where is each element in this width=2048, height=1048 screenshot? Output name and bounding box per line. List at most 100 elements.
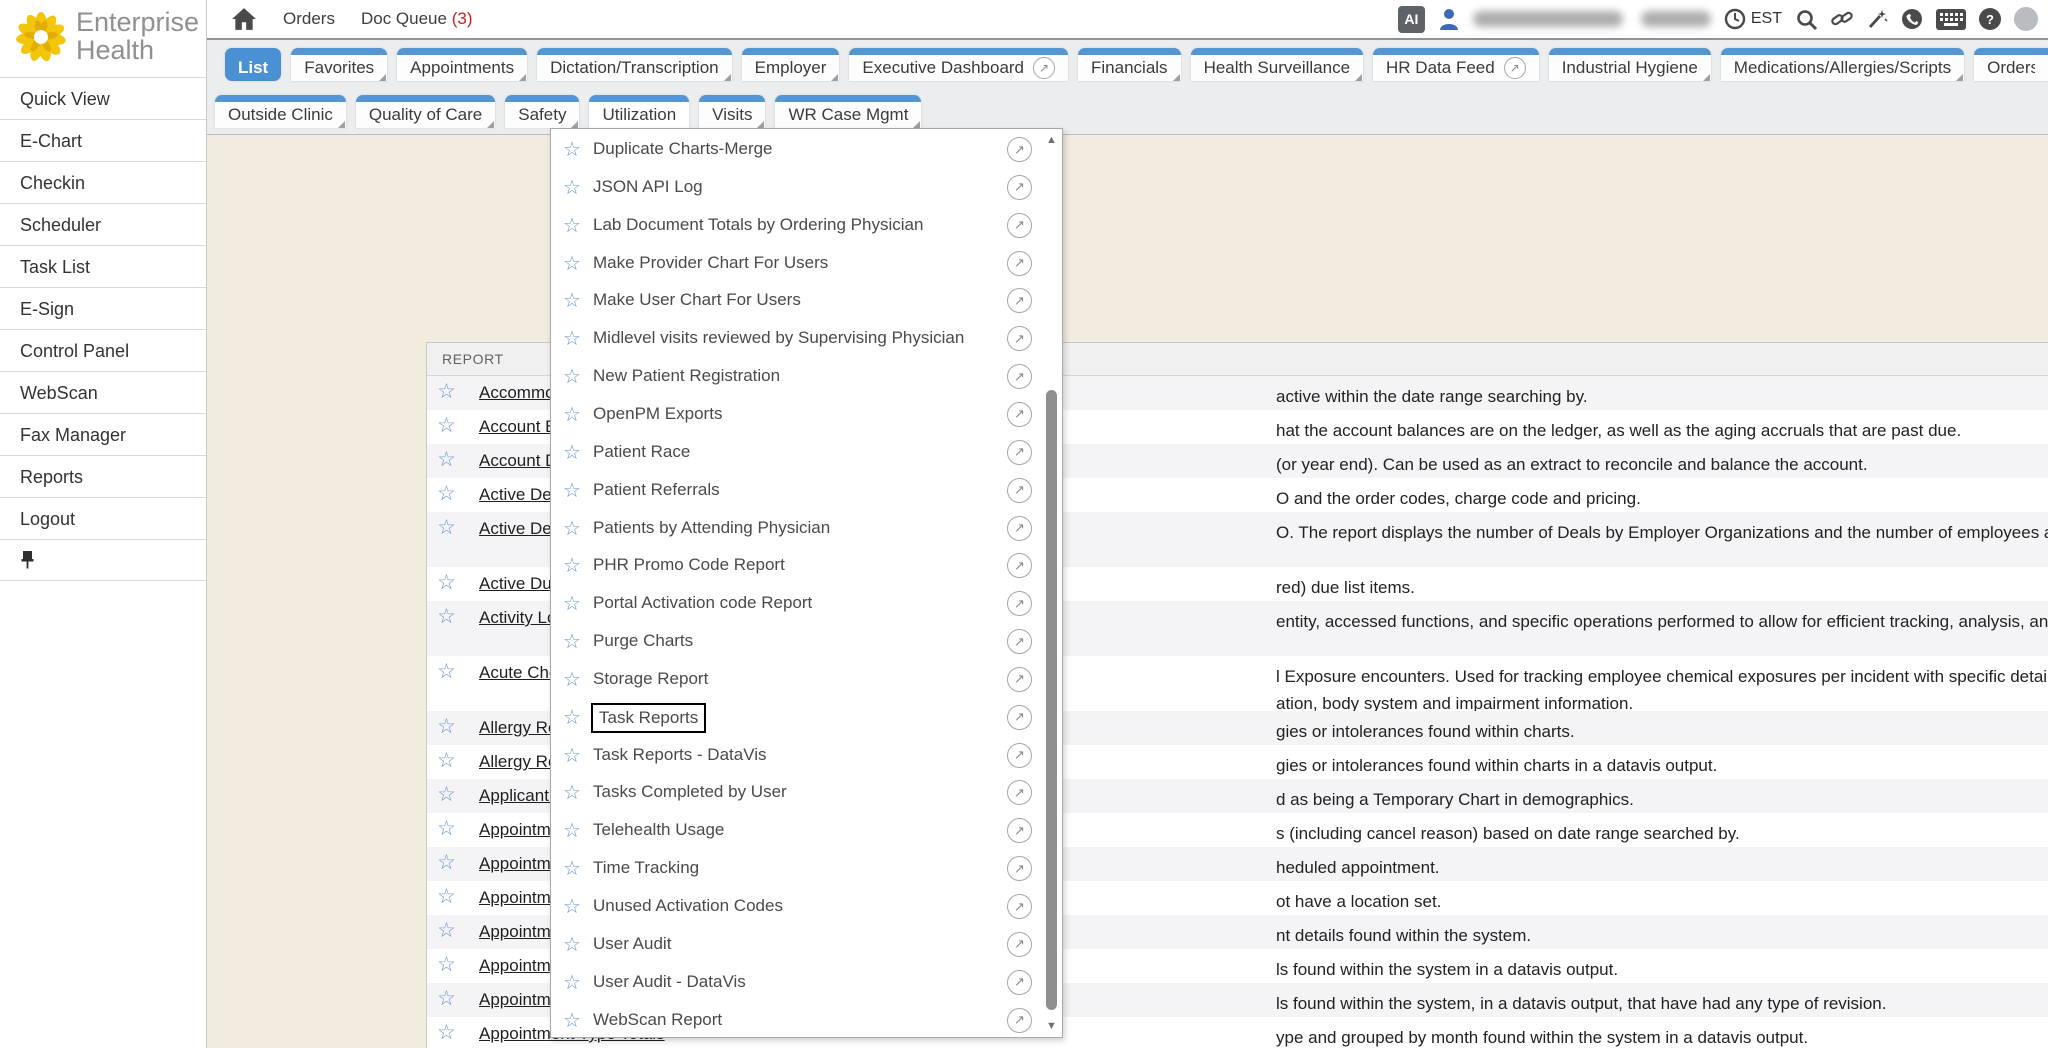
tab-financials[interactable]: Financials xyxy=(1078,48,1181,81)
open-external-icon[interactable]: ↗ xyxy=(1007,894,1032,919)
tab-outside-clinic[interactable]: Outside Clinic xyxy=(215,95,346,128)
favorite-star-icon[interactable]: ☆ xyxy=(563,705,581,730)
avatar[interactable] xyxy=(2014,7,2038,31)
favorite-star-icon[interactable]: ☆ xyxy=(563,932,581,957)
open-external-icon[interactable]: ↗ xyxy=(1007,175,1032,200)
favorite-star-icon[interactable]: ☆ xyxy=(563,137,581,162)
favorite-star-icon[interactable]: ☆ xyxy=(563,364,581,389)
open-external-icon[interactable]: ↗ xyxy=(1007,705,1032,730)
dropdown-item-task-reports-datavis[interactable]: ☆Task Reports - DataVis↗ xyxy=(551,737,1062,775)
favorite-star-icon[interactable]: ☆ xyxy=(563,780,581,805)
favorite-star-icon[interactable]: ☆ xyxy=(437,570,456,595)
open-external-icon[interactable]: ↗ xyxy=(1007,629,1032,654)
favorite-star-icon[interactable]: ☆ xyxy=(563,894,581,919)
dropdown-item-json-api-log[interactable]: ☆JSON API Log↗ xyxy=(551,169,1062,207)
favorite-star-icon[interactable]: ☆ xyxy=(563,553,581,578)
dropdown-item-lab-document-totals-by-ordering-physician[interactable]: ☆Lab Document Totals by Ordering Physici… xyxy=(551,207,1062,245)
user-icon[interactable] xyxy=(1438,7,1460,31)
ai-badge[interactable]: AI xyxy=(1398,6,1425,33)
open-external-icon[interactable]: ↗ xyxy=(1007,553,1032,578)
open-external-icon[interactable]: ↗ xyxy=(1007,780,1032,805)
open-external-icon[interactable]: ↗ xyxy=(1007,818,1032,843)
open-external-icon[interactable]: ↗ xyxy=(1007,591,1032,616)
doc-queue-link[interactable]: Doc Queue (3) xyxy=(361,9,473,29)
scroll-down-icon[interactable]: ▼ xyxy=(1046,1020,1057,1032)
sidebar-item-control-panel[interactable]: Control Panel xyxy=(0,329,206,371)
favorite-star-icon[interactable]: ☆ xyxy=(437,481,456,506)
open-external-icon[interactable]: ↗ xyxy=(1007,137,1032,162)
wand-icon[interactable] xyxy=(1866,8,1888,30)
favorite-star-icon[interactable]: ☆ xyxy=(437,986,456,1011)
favorite-star-icon[interactable]: ☆ xyxy=(563,326,581,351)
clock-icon[interactable] xyxy=(1724,8,1746,30)
open-external-icon[interactable]: ↗ xyxy=(1007,667,1032,692)
favorite-star-icon[interactable]: ☆ xyxy=(563,629,581,654)
open-external-icon[interactable]: ↗ xyxy=(1007,1008,1032,1033)
dropdown-item-openpm-exports[interactable]: ☆OpenPM Exports↗ xyxy=(551,396,1062,434)
dropdown-item-tasks-completed-by-user[interactable]: ☆Tasks Completed by User↗ xyxy=(551,774,1062,812)
favorite-star-icon[interactable]: ☆ xyxy=(437,659,456,684)
open-external-icon[interactable]: ↗ xyxy=(1007,364,1032,389)
tab-appointments[interactable]: Appointments xyxy=(397,48,527,81)
favorite-star-icon[interactable]: ☆ xyxy=(563,402,581,427)
sidebar-item-checkin[interactable]: Checkin xyxy=(0,161,206,203)
tab-health-surveillance[interactable]: Health Surveillance xyxy=(1191,48,1363,81)
dropdown-item-unused-activation-codes[interactable]: ☆Unused Activation Codes↗ xyxy=(551,888,1062,926)
open-external-icon[interactable]: ↗ xyxy=(1007,288,1032,313)
tab-executive-dashboard[interactable]: Executive Dashboard↗ xyxy=(849,48,1068,81)
favorite-star-icon[interactable]: ☆ xyxy=(563,1008,581,1033)
sidebar-item-e-sign[interactable]: E-Sign xyxy=(0,287,206,329)
favorite-star-icon[interactable]: ☆ xyxy=(437,515,456,540)
open-external-icon[interactable]: ↗ xyxy=(1007,402,1032,427)
dropdown-item-make-user-chart-for-users[interactable]: ☆Make User Chart For Users↗ xyxy=(551,282,1062,320)
favorite-star-icon[interactable]: ☆ xyxy=(563,478,581,503)
scroll-up-icon[interactable]: ▲ xyxy=(1046,134,1057,146)
dropdown-item-user-audit-datavis[interactable]: ☆User Audit - DataVis↗ xyxy=(551,964,1062,1002)
favorite-star-icon[interactable]: ☆ xyxy=(437,413,456,438)
favorite-star-icon[interactable]: ☆ xyxy=(437,782,456,807)
favorite-star-icon[interactable]: ☆ xyxy=(563,856,581,881)
favorite-star-icon[interactable]: ☆ xyxy=(437,379,456,404)
dropdown-item-webscan-report[interactable]: ☆WebScan Report↗ xyxy=(551,1002,1062,1040)
dropdown-item-portal-activation-code-report[interactable]: ☆Portal Activation code Report↗ xyxy=(551,585,1062,623)
sidebar-item-quick-view[interactable]: Quick View xyxy=(0,77,206,119)
favorite-star-icon[interactable]: ☆ xyxy=(437,604,456,629)
dropdown-item-midlevel-visits-reviewed-by-supervising-physician[interactable]: ☆Midlevel visits reviewed by Supervising… xyxy=(551,320,1062,358)
tab-utilization[interactable]: Utilization xyxy=(589,95,689,128)
sidebar-item-e-chart[interactable]: E-Chart xyxy=(0,119,206,161)
dropdown-item-task-reports[interactable]: ☆Task Reports↗ xyxy=(551,699,1062,737)
sidebar-item-webscan[interactable]: WebScan xyxy=(0,371,206,413)
dropdown-item-patients-by-attending-physician[interactable]: ☆Patients by Attending Physician↗ xyxy=(551,510,1062,548)
open-external-icon[interactable]: ↗ xyxy=(1007,440,1032,465)
favorite-star-icon[interactable]: ☆ xyxy=(563,175,581,200)
tab-employer[interactable]: Employer xyxy=(742,48,840,81)
favorite-star-icon[interactable]: ☆ xyxy=(437,850,456,875)
favorite-star-icon[interactable]: ☆ xyxy=(563,818,581,843)
partial-tab[interactable] xyxy=(2035,48,2048,81)
dropdown-item-telehealth-usage[interactable]: ☆Telehealth Usage↗ xyxy=(551,812,1062,850)
tab-favorites[interactable]: Favorites xyxy=(291,48,387,81)
sidebar-item-fax-manager[interactable]: Fax Manager xyxy=(0,413,206,455)
search-icon[interactable] xyxy=(1795,8,1818,31)
favorite-star-icon[interactable]: ☆ xyxy=(563,288,581,313)
tab-wr-case-mgmt[interactable]: WR Case Mgmt xyxy=(775,95,921,128)
favorite-star-icon[interactable]: ☆ xyxy=(563,516,581,541)
orders-link[interactable]: Orders xyxy=(283,9,335,29)
favorite-star-icon[interactable]: ☆ xyxy=(437,748,456,773)
sidebar-pin-toggle[interactable] xyxy=(0,539,206,581)
dropdown-item-new-patient-registration[interactable]: ☆New Patient Registration↗ xyxy=(551,358,1062,396)
phone-globe-icon[interactable] xyxy=(1901,8,1923,30)
sidebar-item-task-list[interactable]: Task List xyxy=(0,245,206,287)
open-external-icon[interactable]: ↗ xyxy=(1007,326,1032,351)
dropdown-item-purge-charts[interactable]: ☆Purge Charts↗ xyxy=(551,623,1062,661)
open-external-icon[interactable]: ↗ xyxy=(1007,213,1032,238)
favorite-star-icon[interactable]: ☆ xyxy=(563,251,581,276)
open-external-icon[interactable]: ↗ xyxy=(1007,251,1032,276)
sidebar-item-scheduler[interactable]: Scheduler xyxy=(0,203,206,245)
open-external-icon[interactable]: ↗ xyxy=(1007,932,1032,957)
tab-dictation-transcription[interactable]: Dictation/Transcription xyxy=(537,48,732,81)
tab-quality-of-care[interactable]: Quality of Care xyxy=(356,95,495,128)
sidebar-item-reports[interactable]: Reports xyxy=(0,455,206,497)
favorite-star-icon[interactable]: ☆ xyxy=(437,918,456,943)
scrollbar-thumb[interactable] xyxy=(1046,390,1057,1010)
